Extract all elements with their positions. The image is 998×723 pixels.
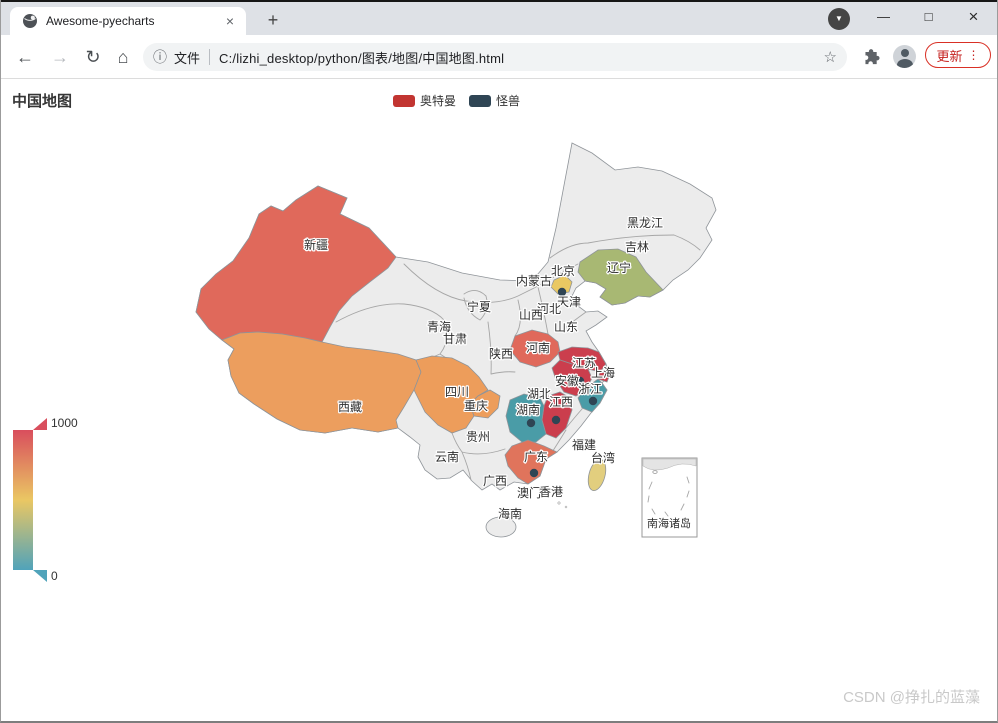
scatter-point[interactable]: [552, 416, 560, 424]
file-scheme-label: 文件: [174, 48, 200, 67]
legend-item-aoteman[interactable]: 奥特曼: [393, 92, 456, 109]
back-icon[interactable]: ←: [12, 44, 38, 70]
map-label: 安徽: [555, 373, 579, 388]
browser-tab[interactable]: Awesome-pyecharts ×: [10, 7, 246, 35]
inset-label: 南海诸岛: [647, 516, 691, 530]
profile-avatar-icon[interactable]: [893, 45, 916, 68]
map-label: 贵州: [466, 430, 490, 444]
visualmap-handle-top[interactable]: [33, 418, 47, 430]
info-icon[interactable]: ⓘ: [153, 47, 167, 67]
map-label: 辽宁: [607, 260, 631, 275]
map-label: 云南: [435, 449, 459, 464]
page-title: 中国地图: [12, 90, 72, 111]
map-label: 浙江: [578, 382, 602, 396]
update-label: 更新: [936, 46, 962, 65]
legend-swatch-red: [393, 95, 415, 107]
favicon-globe-icon: [22, 13, 38, 29]
map-label: 湖北: [527, 386, 551, 401]
legend-item-guaishou[interactable]: 怪兽: [469, 92, 520, 109]
media-controls-icon[interactable]: ▼: [828, 8, 850, 30]
window-top-edge: [0, 0, 998, 2]
map-label: 香港: [539, 485, 563, 499]
legend-label: 奥特曼: [420, 92, 456, 109]
islet: [565, 506, 567, 508]
scatter-point[interactable]: [527, 419, 535, 427]
map-label: 宁夏: [467, 299, 491, 314]
legend-swatch-dark: [469, 95, 491, 107]
map-label: 江西: [549, 395, 573, 409]
map-label: 海南: [498, 506, 522, 521]
browser-titlebar: Awesome-pyecharts × + ▼ — □ ×: [0, 0, 998, 35]
tab-title: Awesome-pyecharts: [46, 14, 222, 28]
visualmap-max-label: 1000: [51, 416, 78, 430]
forward-icon[interactable]: →: [47, 44, 73, 70]
update-button[interactable]: 更新 ⋮: [925, 42, 991, 68]
window-controls: — □ ×: [861, 0, 996, 35]
bookmark-star-icon[interactable]: ☆: [824, 48, 837, 66]
window-close-icon[interactable]: ×: [951, 0, 996, 33]
map-label: 山西: [519, 308, 543, 322]
legend: 奥特曼 怪兽: [393, 92, 520, 109]
address-separator: [209, 49, 210, 65]
chevron-down-icon: ▼: [835, 15, 843, 23]
map-label: 澳门: [517, 485, 541, 500]
map-label: 福建: [572, 437, 596, 452]
map-label: 黑龙江: [627, 216, 663, 230]
south-china-sea-inset: 南海诸岛: [642, 458, 697, 537]
maximize-icon[interactable]: □: [906, 0, 951, 33]
scatter-point[interactable]: [530, 469, 538, 477]
map-label: 重庆: [464, 399, 488, 413]
map-label: 陕西: [489, 346, 513, 361]
tab-close-icon[interactable]: ×: [222, 13, 238, 29]
map-label: 甘肃: [443, 332, 467, 346]
map-label: 北京: [551, 264, 575, 278]
menu-dots-icon: ⋮: [968, 48, 980, 62]
map-label: 上海: [591, 365, 615, 380]
address-bar[interactable]: ⓘ 文件 C:/lizhi_desktop/python/图表/地图/中国地图.…: [143, 43, 847, 71]
scatter-point[interactable]: [589, 397, 597, 405]
map-label: 内蒙古: [516, 273, 552, 288]
map-label: 台湾: [591, 450, 615, 465]
address-url: C:/lizhi_desktop/python/图表/地图/中国地图.html: [219, 48, 504, 67]
browser-toolbar: ← → ↻ ⌂ ⓘ 文件 C:/lizhi_desktop/python/图表/…: [0, 35, 998, 79]
map-label: 河南: [526, 340, 550, 355]
home-icon[interactable]: ⌂: [110, 44, 136, 70]
visualmap-min-label: 0: [51, 569, 58, 583]
visualmap-gradient-bar[interactable]: [13, 430, 33, 570]
map-label: 山东: [554, 320, 578, 334]
islet: [558, 502, 561, 505]
new-tab-icon[interactable]: +: [260, 8, 286, 34]
map-label: 广西: [483, 474, 507, 488]
visualmap-handle-bottom[interactable]: [33, 570, 47, 582]
map-label: 新疆: [304, 237, 328, 252]
minimize-icon[interactable]: —: [861, 0, 906, 33]
reload-icon[interactable]: ↻: [80, 44, 106, 70]
extensions-puzzle-icon[interactable]: [862, 46, 882, 66]
map-label: 吉林: [625, 240, 649, 254]
map-label: 广东: [524, 450, 548, 464]
watermark: CSDN @挣扎的蓝藻: [843, 686, 980, 707]
map-label: 湖南: [516, 402, 540, 417]
legend-label: 怪兽: [496, 92, 520, 109]
map-label: 西藏: [338, 400, 362, 414]
map-label: 四川: [445, 385, 469, 399]
